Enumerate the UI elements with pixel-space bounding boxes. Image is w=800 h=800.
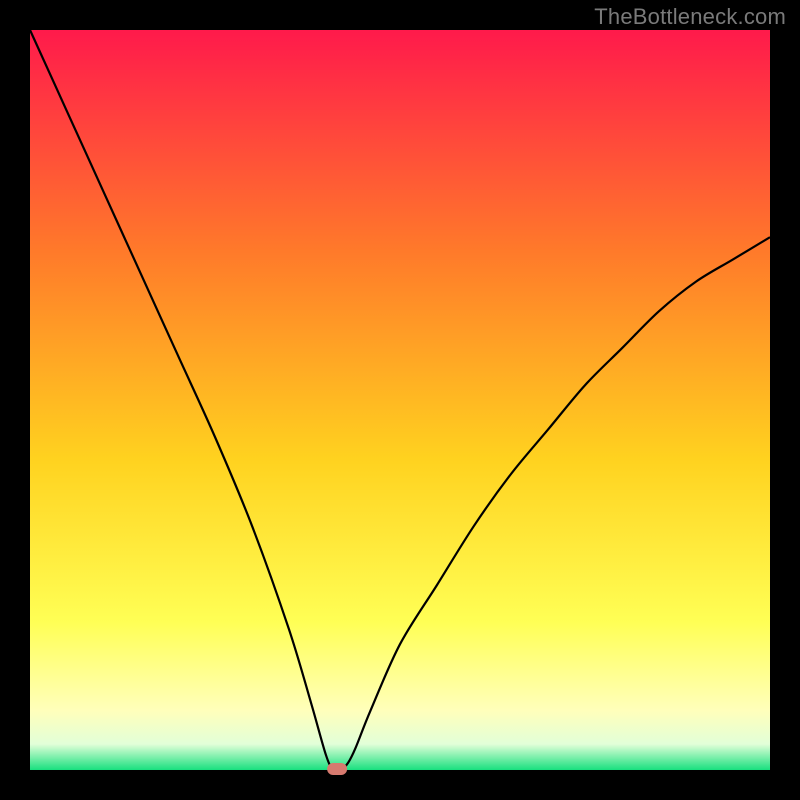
watermark-text: TheBottleneck.com <box>594 4 786 30</box>
plot-area <box>30 30 770 770</box>
chart-frame: TheBottleneck.com <box>0 0 800 800</box>
bottleneck-chart <box>0 0 800 800</box>
optimum-marker <box>327 763 347 775</box>
